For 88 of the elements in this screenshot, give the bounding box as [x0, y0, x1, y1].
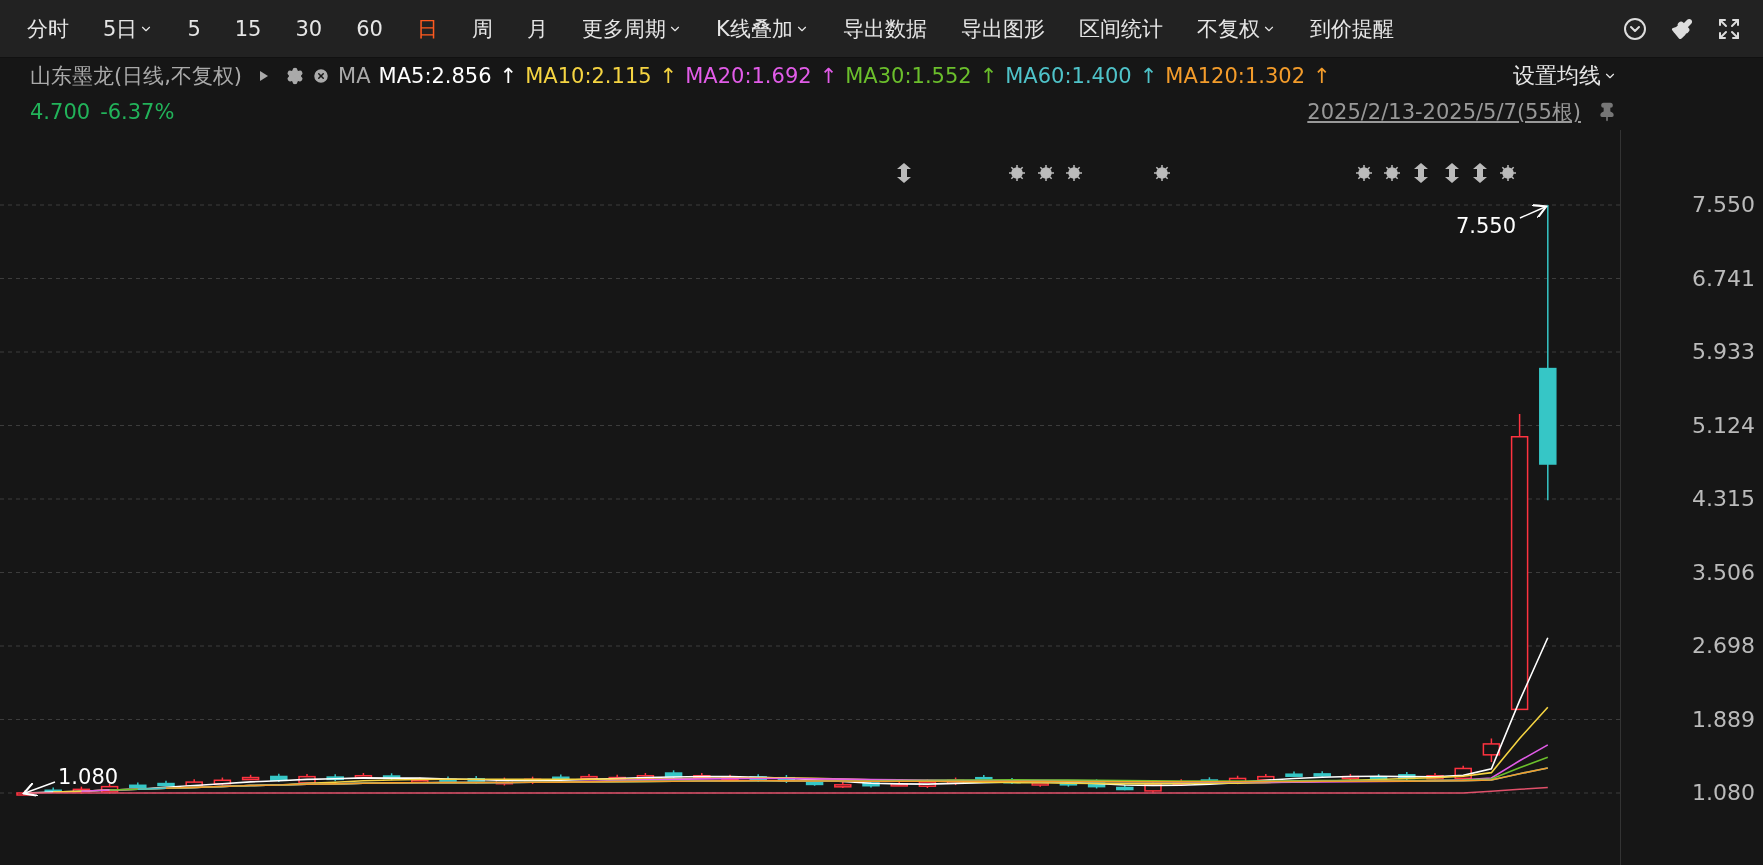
sun-icon: [1153, 164, 1171, 182]
candle: [241, 774, 260, 781]
toolbar-tab[interactable]: 更多周期: [564, 10, 699, 47]
toolbar-tab[interactable]: 到价提醒: [1292, 10, 1411, 47]
settings-icon[interactable]: [286, 67, 305, 85]
change-percent: -6.37%: [100, 100, 175, 124]
candle: [100, 783, 119, 795]
toolbar-tab[interactable]: 5日: [86, 10, 171, 47]
candle: [862, 779, 880, 789]
low-price-arrow: [22, 781, 56, 797]
candle: [1313, 770, 1331, 779]
ma-value: MA5:2.856: [378, 64, 492, 88]
up-down-arrow-icon: [1473, 163, 1487, 183]
toolbar-tab[interactable]: 15: [217, 12, 279, 45]
price-axis-label: 3.506: [1691, 558, 1756, 587]
sun-icon: [1037, 164, 1055, 182]
candle: [326, 773, 344, 782]
candle: [693, 772, 711, 780]
toolbar-tab[interactable]: 月: [509, 10, 565, 47]
candle: [157, 780, 175, 787]
price-axis-label: 5.933: [1691, 338, 1756, 367]
candle: [1398, 771, 1416, 782]
triangle-icon[interactable]: [260, 71, 269, 81]
ma-trend-arrow: ↑: [819, 64, 838, 88]
toolbar-tab[interactable]: 导出数据: [825, 10, 944, 47]
toolbar-tab[interactable]: 分时: [10, 10, 86, 47]
price-axis-label: 5.124: [1691, 411, 1756, 440]
candle: [580, 773, 598, 780]
candle: [890, 780, 908, 787]
toolbar-tab[interactable]: 区间统计: [1061, 10, 1180, 47]
price-value: 4.700: [30, 100, 91, 124]
date-range-link[interactable]: 2025/2/13-2025/5/7(55根): [1307, 98, 1581, 126]
ma-trend-arrow: ↑: [659, 64, 678, 88]
candle: [1257, 773, 1275, 783]
candle: [1482, 737, 1501, 763]
sun-icon: [1383, 164, 1401, 182]
candle: [1341, 773, 1360, 781]
candle: [354, 772, 373, 780]
close-icon[interactable]: [312, 67, 331, 85]
toolbar-tab[interactable]: 不复权: [1179, 10, 1293, 47]
price-axis-label: 1.080: [1691, 779, 1756, 808]
ma-trend-arrow: ↑: [1139, 64, 1158, 88]
up-down-arrow-icon: [1414, 163, 1428, 183]
price-axis-label: 1.889: [1691, 705, 1756, 734]
candle: [270, 773, 288, 783]
candle: [1087, 778, 1106, 790]
candle: [1426, 772, 1444, 782]
candle: [44, 786, 62, 794]
low-price-label: 1.080: [58, 765, 119, 789]
ma-value: MA10:2.115: [525, 64, 652, 88]
toolbar-tab[interactable]: 60: [339, 12, 400, 45]
candle: [1454, 765, 1472, 781]
ma-value: MA30:1.552: [845, 64, 972, 88]
price-axis-label: 7.550: [1691, 191, 1756, 220]
toolbar-tab[interactable]: 5: [170, 12, 218, 45]
ma-value: MA120:1.302: [1165, 64, 1306, 88]
up-down-arrow-icon: [1445, 163, 1459, 183]
ma-settings-button[interactable]: 设置均线: [1507, 60, 1623, 92]
sun-icon: [1008, 164, 1026, 182]
candle: [129, 781, 147, 789]
candle: [834, 781, 852, 789]
ma-value: MA60:1.400: [1005, 64, 1132, 88]
indicator-label: MA: [338, 64, 371, 88]
sun-icon: [1065, 164, 1083, 182]
toolbar-tab[interactable]: 周: [454, 10, 510, 47]
candle: [1369, 773, 1388, 781]
ma-trend-arrow: ↑: [1313, 64, 1331, 88]
high-price-annotation: [1519, 204, 1548, 219]
candle: [1285, 770, 1303, 778]
toolbar-tab[interactable]: 30: [278, 12, 340, 45]
candle: [1116, 784, 1134, 791]
price-axis-label: 2.698: [1691, 632, 1756, 661]
toolbar-tab[interactable]: K线叠加: [698, 10, 826, 47]
sun-icon: [1499, 164, 1517, 182]
up-down-arrow-icon: [897, 163, 911, 183]
price-axis-label: 6.741: [1691, 264, 1756, 293]
ma-value: MA20:1.692: [685, 64, 812, 88]
toolbar-tab[interactable]: 日: [399, 10, 455, 47]
candle: [298, 773, 316, 786]
stock-title: 山东墨龙(日线,不复权): [30, 63, 243, 90]
toolbar-tab[interactable]: 导出图形: [943, 10, 1062, 47]
candle: [185, 778, 203, 789]
high-price-label: 7.550: [1455, 214, 1517, 238]
ma-trend-arrow: ↑: [979, 64, 998, 88]
ma-trend-arrow: ↑: [499, 64, 518, 88]
sun-icon: [1355, 164, 1373, 182]
candle: [213, 776, 232, 787]
price-axis-label: 4.315: [1691, 485, 1756, 514]
